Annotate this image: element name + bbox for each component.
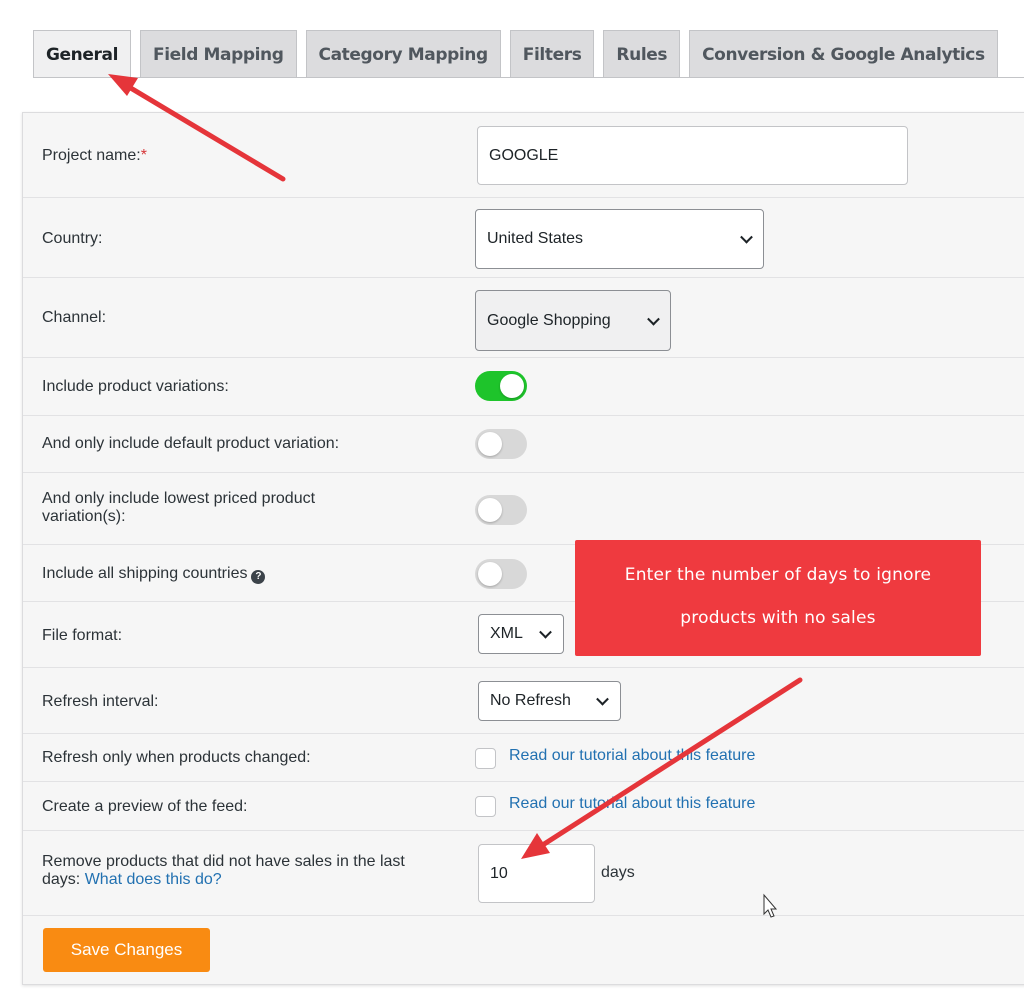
chevron-down-icon: [647, 312, 660, 326]
row-project-name: Project name:* GOOGLE: [23, 113, 1024, 198]
row-preview: Create a preview of the feed: Read our t…: [23, 782, 1024, 831]
refresh-interval-select[interactable]: No Refresh: [478, 681, 621, 721]
lowest-priced-label: And only include lowest priced product v…: [42, 490, 316, 525]
row-default-variation: And only include default product variati…: [23, 416, 1024, 473]
refresh-interval-label: Refresh interval:: [42, 693, 159, 710]
row-channel: Channel: Google Shopping: [23, 278, 1024, 358]
include-variations-toggle[interactable]: [475, 371, 527, 401]
callout-line-2: products with no sales: [680, 608, 876, 628]
lowest-priced-toggle[interactable]: [475, 495, 527, 525]
default-variation-label: And only include default product variati…: [42, 435, 340, 452]
tab-category-mapping[interactable]: Category Mapping: [305, 30, 501, 78]
shipping-countries-label: Include all shipping countries?: [42, 565, 266, 584]
chevron-down-icon: [539, 625, 552, 639]
country-select[interactable]: United States: [475, 209, 764, 269]
save-changes-button[interactable]: Save Changes: [43, 928, 210, 972]
tab-bar: General Field Mapping Category Mapping F…: [33, 30, 998, 78]
project-name-label: Project name:*: [42, 147, 147, 164]
required-marker: *: [140, 147, 147, 164]
refresh-interval-value: No Refresh: [490, 692, 571, 709]
tab-general[interactable]: General: [33, 30, 131, 78]
channel-label: Channel:: [42, 309, 107, 326]
chevron-down-icon: [740, 230, 753, 244]
shipping-countries-toggle[interactable]: [475, 559, 527, 589]
tab-conversion-analytics[interactable]: Conversion & Google Analytics: [689, 30, 998, 78]
question-circle-icon[interactable]: ?: [251, 570, 266, 584]
file-format-value: XML: [490, 625, 523, 642]
row-include-variations: Include product variations:: [23, 358, 1024, 416]
toggle-knob: [500, 374, 524, 398]
refresh-tutorial-link[interactable]: Read our tutorial about this feature: [509, 747, 755, 765]
row-lowest-priced: And only include lowest priced product v…: [23, 473, 1024, 545]
default-variation-toggle[interactable]: [475, 429, 527, 459]
channel-value: Google Shopping: [487, 311, 611, 329]
tab-divider: [33, 77, 1024, 78]
project-name-input[interactable]: GOOGLE: [477, 126, 908, 185]
preview-tutorial-link[interactable]: Read our tutorial about this feature: [509, 795, 755, 813]
days-input[interactable]: 10: [478, 844, 595, 903]
days-unit: days: [601, 864, 635, 881]
preview-label: Create a preview of the feed:: [42, 798, 248, 815]
row-remove-products: Remove products that did not have sales …: [23, 831, 1024, 916]
refresh-changed-label: Refresh only when products changed:: [42, 749, 311, 766]
file-format-select[interactable]: XML: [478, 614, 564, 654]
toggle-knob: [478, 432, 502, 456]
what-does-this-do-link[interactable]: What does this do?: [85, 871, 222, 888]
tab-field-mapping[interactable]: Field Mapping: [140, 30, 297, 78]
country-label: Country:: [42, 230, 103, 247]
annotation-callout: Enter the number of days to ignore produ…: [575, 540, 981, 656]
row-refresh-changed: Refresh only when products changed: Read…: [23, 734, 1024, 782]
chevron-down-icon: [596, 692, 609, 706]
remove-products-label: Remove products that did not have sales …: [42, 853, 405, 888]
tab-rules[interactable]: Rules: [603, 30, 681, 78]
refresh-changed-checkbox[interactable]: [475, 748, 496, 769]
row-country: Country: United States: [23, 198, 1024, 278]
include-variations-label: Include product variations:: [42, 378, 229, 395]
callout-line-1: Enter the number of days to ignore: [624, 565, 932, 585]
country-value: United States: [487, 230, 584, 247]
tab-filters[interactable]: Filters: [509, 30, 595, 78]
preview-checkbox[interactable]: [475, 796, 496, 817]
toggle-knob: [478, 562, 502, 586]
channel-select[interactable]: Google Shopping: [475, 290, 671, 351]
toggle-knob: [478, 498, 502, 522]
file-format-label: File format:: [42, 627, 123, 644]
row-refresh-interval: Refresh interval: No Refresh: [23, 668, 1024, 734]
